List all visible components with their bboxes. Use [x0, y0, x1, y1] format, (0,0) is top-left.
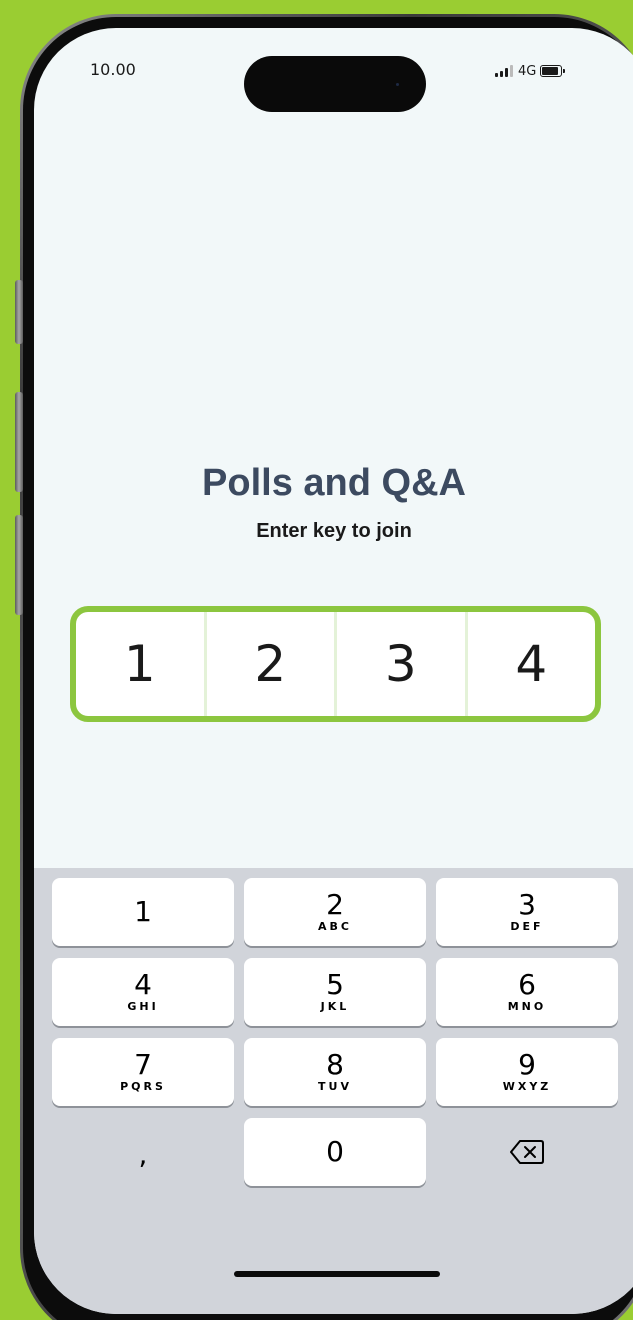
- key-letters: GHI: [127, 1000, 159, 1013]
- volume-down-button: [15, 515, 23, 615]
- key-letters: JKL: [320, 1000, 350, 1013]
- backspace-key[interactable]: [436, 1118, 618, 1186]
- key-5[interactable]: 5 JKL: [244, 958, 426, 1026]
- code-digit-3[interactable]: 3: [337, 612, 468, 716]
- dynamic-island: [244, 56, 426, 112]
- numeric-keypad: 1 2 ABC 3 DEF 4 GHI 5 JKL 6 MNO 7 PQRS 8…: [34, 868, 633, 1314]
- key-letters: PQRS: [120, 1080, 166, 1093]
- key-letters: DEF: [510, 920, 544, 933]
- key-digit: 3: [518, 888, 536, 921]
- status-indicators: 4G: [495, 63, 566, 79]
- key-4[interactable]: 4 GHI: [52, 958, 234, 1026]
- page-subtitle: Enter key to join: [256, 520, 412, 542]
- key-letters: ABC: [318, 920, 352, 933]
- key-letters: MNO: [507, 1000, 547, 1013]
- key-7[interactable]: 7 PQRS: [52, 1038, 234, 1106]
- key-6[interactable]: 6 MNO: [436, 958, 618, 1026]
- battery-icon: [540, 65, 566, 77]
- camera-dot: [396, 83, 399, 86]
- signal-icon: [495, 65, 513, 77]
- key-2[interactable]: 2 ABC: [244, 878, 426, 946]
- page-title: Polls and Q&A: [202, 462, 466, 504]
- key-digit: 2: [326, 888, 344, 921]
- action-button: [15, 280, 23, 344]
- key-digit: 6: [518, 968, 536, 1001]
- key-digit: 8: [326, 1048, 344, 1081]
- join-code-input[interactable]: 1 2 3 4: [70, 606, 601, 722]
- code-digit-2[interactable]: 2: [207, 612, 337, 716]
- code-digit-1[interactable]: 1: [76, 612, 207, 716]
- key-letters: TUV: [318, 1080, 352, 1093]
- key-3[interactable]: 3 DEF: [436, 878, 618, 946]
- status-time: 10.00: [90, 60, 136, 79]
- key-digit: 1: [134, 895, 152, 928]
- comma-key[interactable]: ,: [52, 1120, 234, 1188]
- network-label: 4G: [518, 63, 537, 79]
- screen: 10.00 4G Polls and Q&A Enter key to join…: [34, 28, 633, 1314]
- key-digit: 0: [326, 1135, 344, 1168]
- key-letters: WXYZ: [502, 1080, 552, 1093]
- home-indicator[interactable]: [234, 1271, 440, 1277]
- volume-up-button: [15, 392, 23, 492]
- backspace-icon: [510, 1140, 544, 1164]
- key-9[interactable]: 9 WXYZ: [436, 1038, 618, 1106]
- key-8[interactable]: 8 TUV: [244, 1038, 426, 1106]
- key-digit: 5: [326, 968, 344, 1001]
- battery-fill: [542, 67, 558, 75]
- key-1[interactable]: 1: [52, 878, 234, 946]
- key-0[interactable]: 0: [244, 1118, 426, 1186]
- key-digit: 7: [134, 1048, 152, 1081]
- key-digit: 4: [134, 968, 152, 1001]
- code-digit-4[interactable]: 4: [468, 612, 596, 716]
- key-digit: 9: [518, 1048, 536, 1081]
